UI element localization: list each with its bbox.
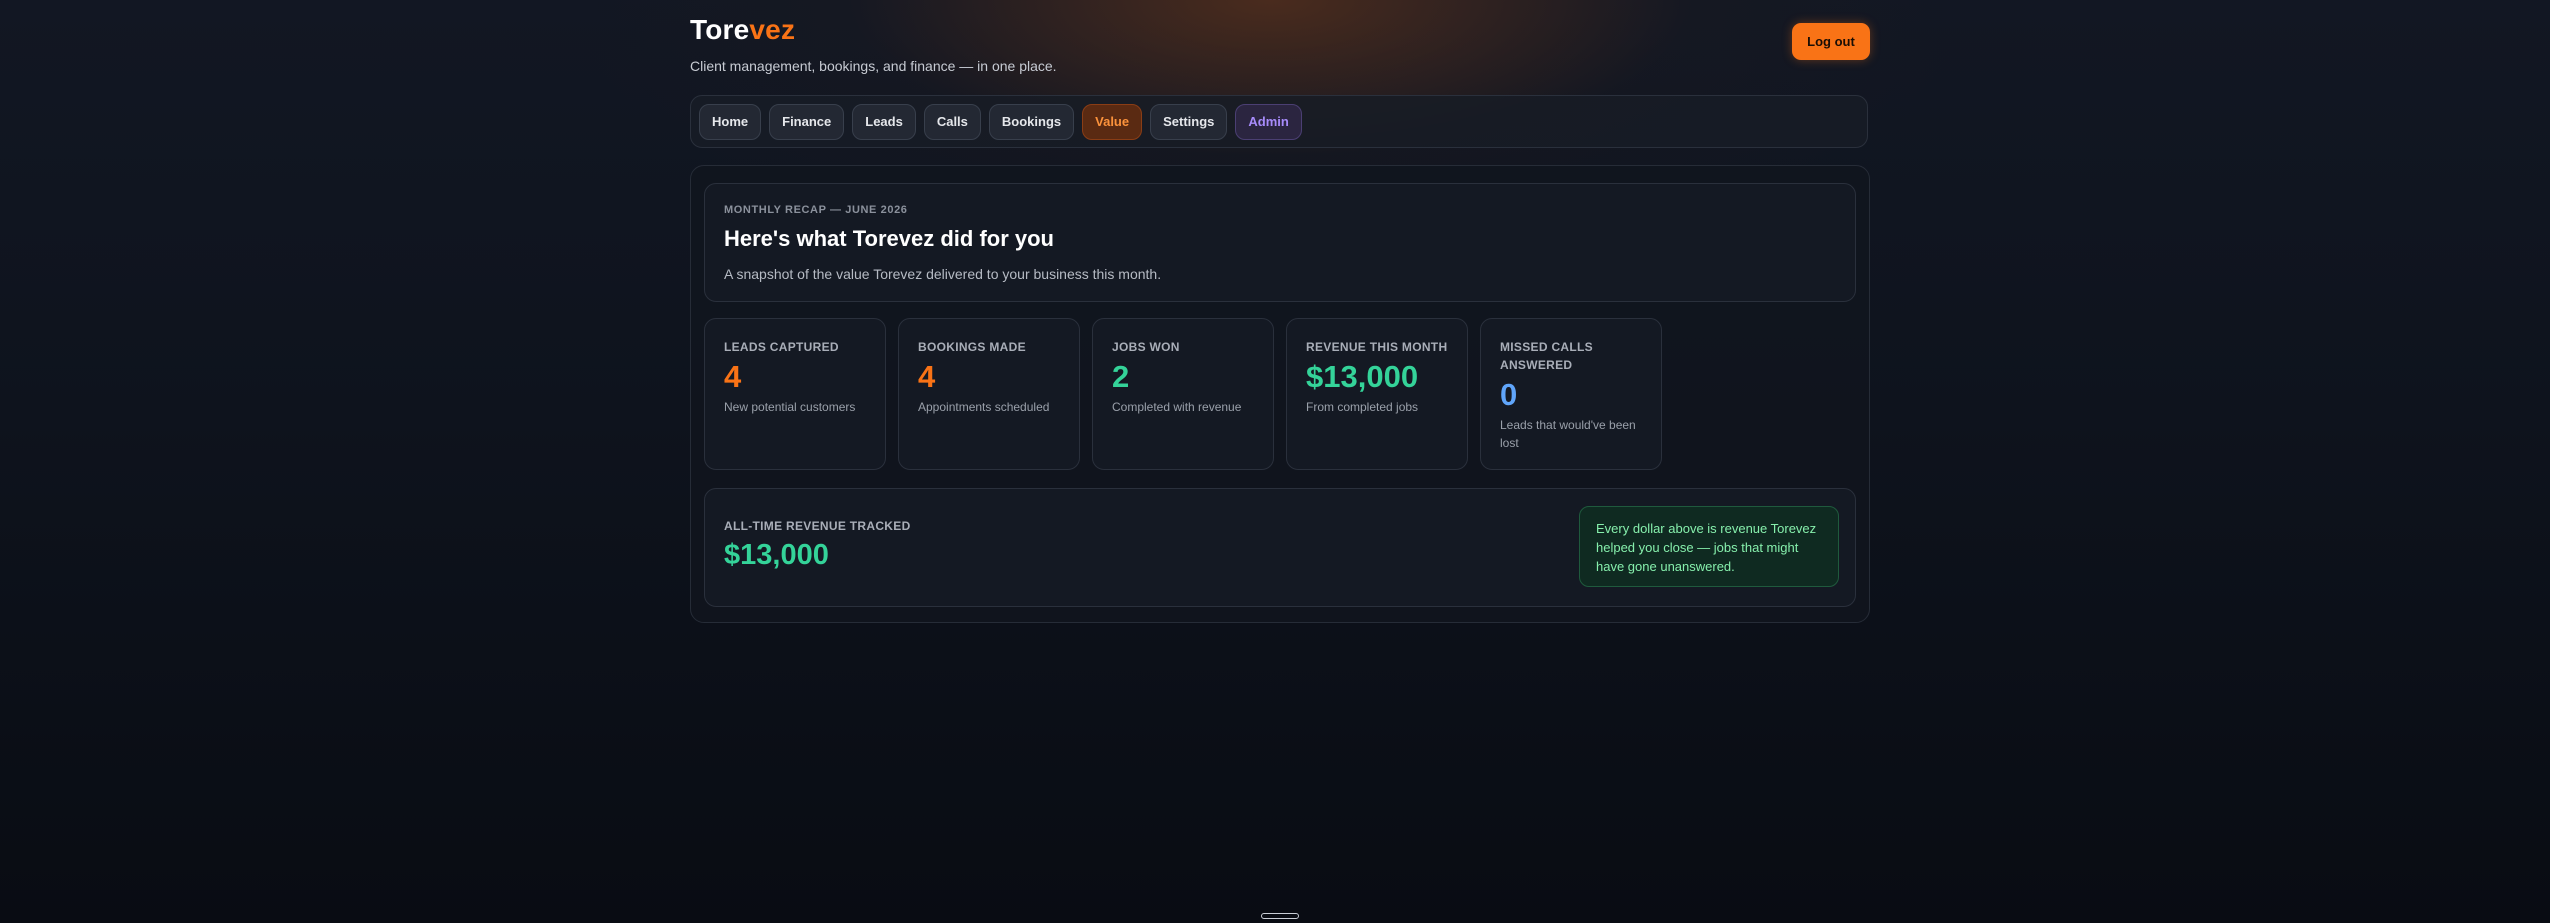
home-indicator xyxy=(1261,913,1299,919)
alltime-value: $13,000 xyxy=(724,539,829,571)
stat-card-bookings: BOOKINGS MADE 4 Appointments scheduled xyxy=(898,318,1080,470)
revenue-callout: Every dollar above is revenue Torevez he… xyxy=(1579,506,1839,587)
main-nav: Home Finance Leads Calls Bookings Value … xyxy=(690,95,1868,148)
brand-name-main: Tore xyxy=(690,14,750,45)
brand-logo: Torevez xyxy=(690,14,795,46)
brand-name-accent: vez xyxy=(749,14,796,45)
header: Torevez Client management, bookings, and… xyxy=(690,0,1870,88)
stat-value: 4 xyxy=(918,359,936,394)
stat-label: REVENUE THIS MONTH xyxy=(1306,340,1448,354)
tab-calls[interactable]: Calls xyxy=(923,103,981,140)
stat-label: JOBS WON xyxy=(1112,340,1180,354)
stat-card-leads: LEADS CAPTURED 4 New potential customers xyxy=(704,318,886,470)
stat-label: LEADS CAPTURED xyxy=(724,340,839,354)
recap-subtitle: A snapshot of the value Torevez delivere… xyxy=(724,266,1162,282)
stat-card-missed-calls: MISSED CALLS ANSWERED 0 Leads that would… xyxy=(1480,318,1662,470)
stat-note: Appointments scheduled xyxy=(918,400,1050,414)
alltime-revenue-card: ALL-TIME REVENUE TRACKED $13,000 Every d… xyxy=(704,488,1856,607)
tagline: Client management, bookings, and finance… xyxy=(690,58,1057,74)
value-panel: MONTHLY RECAP — JUNE 2026 Here's what To… xyxy=(690,165,1870,623)
stat-label: BOOKINGS MADE xyxy=(918,340,1026,354)
stat-value: 2 xyxy=(1112,359,1130,394)
tab-leads[interactable]: Leads xyxy=(852,103,916,140)
stat-value: $13,000 xyxy=(1306,359,1419,394)
tab-admin[interactable]: Admin xyxy=(1235,103,1302,140)
tab-value[interactable]: Value xyxy=(1082,103,1143,140)
stat-note: New potential customers xyxy=(724,400,856,414)
stat-note: Leads that would've been lost xyxy=(1500,418,1636,450)
monthly-recap-card: MONTHLY RECAP — JUNE 2026 Here's what To… xyxy=(704,183,1856,302)
stat-note: Completed with revenue xyxy=(1112,400,1242,414)
stat-card-revenue: REVENUE THIS MONTH $13,000 From complete… xyxy=(1286,318,1468,470)
stat-value: 0 xyxy=(1500,377,1518,412)
recap-title: Here's what Torevez did for you xyxy=(724,226,1054,251)
tab-settings[interactable]: Settings xyxy=(1150,103,1228,140)
tab-home[interactable]: Home xyxy=(699,103,762,140)
stat-label: MISSED CALLS ANSWERED xyxy=(1500,340,1593,372)
tab-bookings[interactable]: Bookings xyxy=(988,103,1075,140)
stat-card-jobs: JOBS WON 2 Completed with revenue xyxy=(1092,318,1274,470)
stat-value: 4 xyxy=(724,359,742,394)
app-container: Torevez Client management, bookings, and… xyxy=(690,0,1870,623)
alltime-label: ALL-TIME REVENUE TRACKED xyxy=(724,519,911,533)
logout-button[interactable]: Log out xyxy=(1792,23,1870,60)
recap-kicker: MONTHLY RECAP — JUNE 2026 xyxy=(724,204,908,216)
tab-finance[interactable]: Finance xyxy=(769,103,845,140)
stat-note: From completed jobs xyxy=(1306,400,1419,414)
